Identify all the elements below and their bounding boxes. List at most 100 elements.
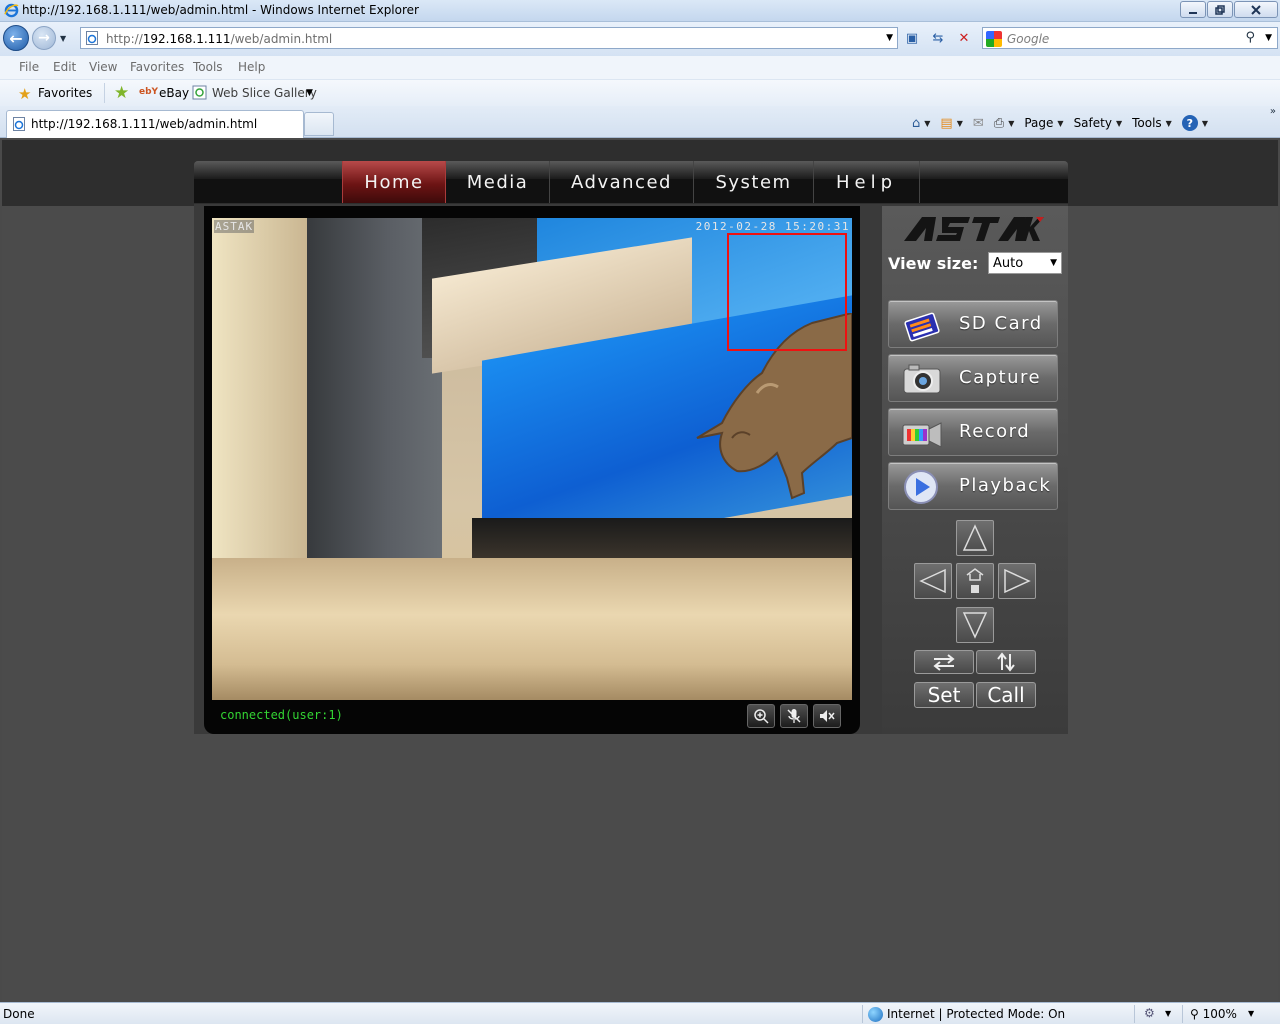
nav-media[interactable]: Media — [446, 161, 550, 203]
osd-brand: ASTAK — [214, 220, 255, 233]
menu-tools[interactable]: Tools — [193, 60, 223, 74]
stop-icon — [971, 585, 979, 593]
arrow-up-icon — [962, 524, 988, 551]
security-zone[interactable]: Internet | Protected Mode: On — [868, 1006, 1065, 1022]
google-icon — [986, 31, 1002, 47]
favorites-separator — [104, 83, 105, 103]
menu-edit[interactable]: Edit — [53, 60, 76, 74]
home-icon[interactable]: ⌂ — [912, 116, 920, 131]
minimize-button[interactable] — [1180, 1, 1206, 18]
nav-system[interactable]: System — [694, 161, 814, 203]
preset-set-button[interactable]: Set — [914, 682, 974, 708]
back-button[interactable]: ← — [3, 25, 29, 51]
address-bar[interactable]: http://192.168.1.111/web/admin.html ▼ — [80, 27, 898, 49]
patrol-vertical-button[interactable] — [976, 650, 1036, 674]
refresh-icon[interactable]: ⇆ — [928, 28, 948, 48]
status-divider — [862, 1005, 863, 1023]
menu-favorites[interactable]: Favorites — [130, 60, 184, 74]
osd-timestamp: 2012-02-28 15:20:31 — [695, 220, 850, 233]
control-panel: View size: Auto ▼ SD Card Capture Record… — [882, 206, 1068, 734]
tools-menu[interactable]: Tools — [1132, 116, 1162, 130]
record-button[interactable]: Record — [888, 408, 1058, 456]
preset-call-button[interactable]: Call — [976, 682, 1036, 708]
nav-advanced[interactable]: Advanced — [550, 161, 694, 203]
tools-dropdown[interactable]: ▼ — [1166, 119, 1172, 128]
page-dropdown[interactable]: ▼ — [1057, 119, 1063, 128]
zoom-dropdown[interactable]: ▼ — [1248, 1009, 1254, 1018]
favorites-bar: ★ Favorites ★ ebY eBay Web Slice Gallery… — [0, 80, 1280, 106]
video-camera-icon — [901, 415, 943, 451]
capture-label: Capture — [959, 367, 1042, 388]
live-video-feed[interactable]: ASTAK 2012-02-28 15:20:31 — [212, 218, 852, 700]
menu-bar: File Edit View Favorites Tools Help — [0, 56, 1280, 80]
stop-icon[interactable]: ✕ — [954, 28, 974, 48]
close-window-button[interactable] — [1234, 1, 1278, 18]
menu-help[interactable]: Help — [238, 60, 265, 74]
favorite-link-web-slice-gallery[interactable]: Web Slice Gallery — [212, 86, 317, 100]
minimize-icon — [1189, 11, 1197, 14]
zoom-icon: ⚲ — [1190, 1007, 1199, 1021]
search-options-dropdown[interactable]: ▼ — [1265, 33, 1272, 43]
nav-home[interactable]: Home — [342, 161, 446, 203]
read-mail-icon[interactable]: ✉ — [973, 116, 984, 131]
window-title: http://192.168.1.111/web/admin.html - Wi… — [22, 3, 419, 17]
page-icon — [86, 31, 98, 45]
safety-menu[interactable]: Safety — [1074, 116, 1112, 130]
ptz-right-button[interactable] — [998, 563, 1036, 599]
favorites-star-icon[interactable]: ★ — [18, 85, 31, 103]
add-to-favorites-icon[interactable]: ★ — [114, 83, 129, 103]
page-menu[interactable]: Page — [1024, 116, 1053, 130]
sd-card-icon — [901, 307, 943, 343]
search-icon[interactable]: ⚲ — [1245, 30, 1255, 45]
favorite-link-ebay[interactable]: eBay — [159, 86, 189, 100]
playback-button[interactable]: Playback — [888, 462, 1058, 510]
menu-view[interactable]: View — [89, 60, 117, 74]
arrow-down-icon — [962, 612, 988, 639]
safety-dropdown[interactable]: ▼ — [1116, 119, 1122, 128]
forward-button[interactable]: → — [32, 26, 56, 50]
video-scene-desk — [212, 558, 852, 700]
home-dropdown[interactable]: ▼ — [924, 119, 930, 128]
ptz-left-button[interactable] — [914, 563, 952, 599]
restore-icon — [1215, 4, 1225, 15]
ptz-home-button[interactable] — [956, 563, 994, 599]
help-icon[interactable]: ? — [1181, 115, 1198, 131]
new-tab-button[interactable] — [304, 112, 334, 136]
restore-button[interactable] — [1207, 1, 1233, 18]
web-slice-dropdown[interactable]: ▼ — [306, 88, 313, 98]
microphone-button[interactable] — [780, 704, 808, 728]
search-box[interactable]: Google ⚲ ▼ — [982, 27, 1278, 49]
ptz-down-button[interactable] — [956, 607, 994, 643]
browser-tab[interactable]: http://192.168.1.111/web/admin.html — [6, 110, 304, 138]
compatibility-view-icon[interactable]: ▣ — [902, 28, 922, 48]
main-content: ASTAK 2012-02-28 15:20:31 connected(user… — [194, 204, 1068, 734]
favorites-button[interactable]: Favorites — [38, 86, 92, 100]
recent-pages-dropdown[interactable]: ▼ — [60, 34, 66, 43]
capture-button[interactable]: Capture — [888, 354, 1058, 402]
menu-file[interactable]: File — [19, 60, 39, 74]
view-size-select[interactable]: Auto ▼ — [988, 252, 1062, 274]
view-size-value: Auto — [993, 256, 1024, 271]
feeds-dropdown[interactable]: ▼ — [957, 119, 963, 128]
protected-mode-icon[interactable]: ⚙ — [1144, 1006, 1155, 1020]
ptz-up-button[interactable] — [956, 520, 994, 556]
playback-label: Playback — [959, 475, 1052, 496]
feeds-icon[interactable]: ▤ — [940, 116, 952, 131]
record-label: Record — [959, 421, 1031, 442]
address-dropdown[interactable]: ▼ — [886, 33, 893, 43]
chevron-more-icon[interactable]: » — [1270, 106, 1276, 117]
zoom-level[interactable]: ⚲ 100% — [1190, 1007, 1237, 1021]
ebay-icon: ebY — [139, 87, 159, 97]
arrow-right-icon — [1004, 568, 1031, 594]
sd-card-button[interactable]: SD Card — [888, 300, 1058, 348]
help-dropdown[interactable]: ▼ — [1202, 119, 1208, 128]
status-divider — [1182, 1005, 1183, 1023]
zoom-button[interactable] — [747, 704, 775, 728]
print-dropdown[interactable]: ▼ — [1008, 119, 1014, 128]
speaker-button[interactable] — [813, 704, 841, 728]
protected-mode-dropdown[interactable]: ▼ — [1165, 1009, 1171, 1018]
nav-help[interactable]: Help — [814, 161, 920, 203]
patrol-horizontal-button[interactable] — [914, 650, 974, 674]
print-icon[interactable]: ⎙ — [994, 116, 1004, 131]
swap-vertical-icon — [997, 652, 1015, 672]
